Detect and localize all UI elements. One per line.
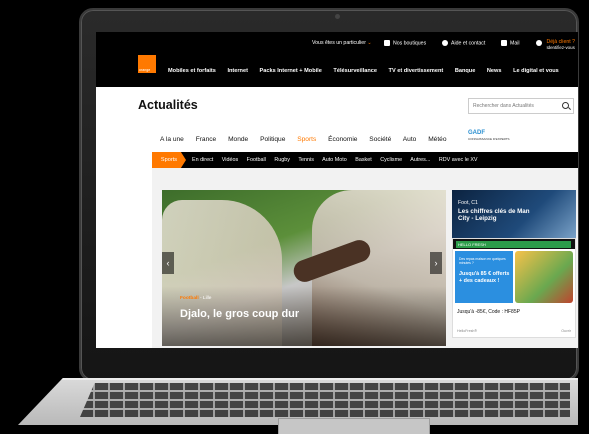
category-item-active[interactable]: Sports xyxy=(297,136,316,143)
subnav-item[interactable]: Football xyxy=(247,157,266,163)
subnav-item[interactable]: Vidéos xyxy=(222,157,238,163)
category-item[interactable]: Politique xyxy=(260,136,285,143)
side-article-label: Foot, C1 xyxy=(458,200,478,206)
account-link[interactable]: Déjà client ? Identifiez-vous xyxy=(536,39,575,52)
help-icon xyxy=(442,40,448,46)
keyboard xyxy=(80,383,570,417)
nav-item[interactable]: Le digital et vous xyxy=(513,68,559,74)
boutiques-label: Nos boutiques xyxy=(393,40,427,47)
nav-item[interactable]: News xyxy=(487,68,502,74)
ad-small-text: Des repas maison en quelques minutes ? xyxy=(459,257,506,265)
nav-item[interactable]: Mobiles et forfaits xyxy=(168,68,216,74)
identify-label: Identifiez-vous xyxy=(546,45,575,51)
subnav-items: En direct Vidéos Football Rugby Tennis A… xyxy=(192,152,485,168)
subnav-item[interactable]: Auto Moto xyxy=(322,157,347,163)
boutiques-link[interactable]: Nos boutiques xyxy=(384,40,426,46)
page-title: Actualités xyxy=(138,98,198,112)
orange-logo[interactable]: orange xyxy=(138,55,156,73)
partner-logo[interactable]: GADF CONNAISSANCE D'EXPERTS xyxy=(468,130,510,141)
chevron-right-icon[interactable]: › xyxy=(430,252,442,274)
chevron-left-icon[interactable]: ‹ xyxy=(162,252,174,274)
sports-subnav: Sports En direct Vidéos Football Rugby T… xyxy=(152,152,578,168)
subnav-item[interactable]: RDV avec le XV xyxy=(439,157,478,163)
ad-big-text: Jusqu'à 85 € offerts + des cadeaux ! xyxy=(459,271,510,284)
side-article-title: Les chiffres clés de Man City - Leipzig xyxy=(458,208,530,222)
hero-article[interactable]: ‹ › Football - Lille Djalo, le gros coup… xyxy=(162,190,446,346)
store-icon xyxy=(384,40,390,46)
partner-sub: CONNAISSANCE D'EXPERTS xyxy=(468,137,510,141)
nav-item[interactable]: Internet xyxy=(227,68,248,74)
category-item[interactable]: France xyxy=(196,136,217,143)
main-nav: Mobiles et forfaits Internet Packs Inter… xyxy=(168,68,569,74)
ad-promo-panel: Des repas maison en quelques minutes ? J… xyxy=(455,251,513,303)
category-item[interactable]: Météo xyxy=(428,136,446,143)
category-nav: A la une France Monde Politique Sports É… xyxy=(160,136,457,143)
webcam-icon xyxy=(335,14,340,19)
category-item[interactable]: Auto xyxy=(403,136,417,143)
search-input[interactable]: Rechercher dans Actualités xyxy=(468,98,574,114)
category-item[interactable]: Monde xyxy=(228,136,248,143)
nav-item[interactable]: Télésurveillance xyxy=(333,68,377,74)
ad-header: Annonce HELLO FRESH xyxy=(453,239,575,249)
advertisement[interactable]: Annonce HELLO FRESH Des repas maison en … xyxy=(452,238,576,338)
subnav-item[interactable]: Basket xyxy=(355,157,371,163)
search-placeholder: Rechercher dans Actualités xyxy=(473,103,534,109)
aide-link[interactable]: Aide et contact xyxy=(442,40,485,46)
client-label: Déjà client ? xyxy=(546,39,575,45)
laptop-screen: Vous êtes un particulier ⌄ Nos boutiques… xyxy=(96,32,578,348)
user-icon xyxy=(536,40,542,46)
side-article[interactable]: Foot, C1 Les chiffres clés de Man City -… xyxy=(452,190,576,238)
category-item[interactable]: Économie xyxy=(328,136,357,143)
nav-item[interactable]: TV et divertissement xyxy=(389,68,444,74)
chevron-down-icon: ⌄ xyxy=(367,40,372,46)
subnav-item[interactable]: Cyclisme xyxy=(380,157,402,163)
trackpad xyxy=(278,418,430,434)
particulier-selector[interactable]: Vous êtes un particulier ⌄ xyxy=(312,40,372,46)
aide-label: Aide et contact xyxy=(451,40,486,47)
mail-label: Mail xyxy=(510,40,520,47)
category-item[interactable]: Société xyxy=(369,136,391,143)
nav-item[interactable]: Banque xyxy=(455,68,476,74)
ad-open-link[interactable]: Ouvrir xyxy=(561,329,571,333)
mail-link[interactable]: Mail xyxy=(501,40,520,46)
ad-promo-code: Jusqu'à -85€, Code : HF85P xyxy=(457,309,520,315)
ad-food-image xyxy=(515,251,573,303)
hero-badge: Football - Lille xyxy=(180,296,211,301)
search-icon[interactable] xyxy=(562,102,569,109)
hero-badge-sport: Football xyxy=(180,296,199,301)
hero-badge-team: - Lille xyxy=(200,296,212,301)
mail-icon xyxy=(501,40,507,46)
subnav-item[interactable]: Tennis xyxy=(298,157,314,163)
ad-brand: HELLO FRESH xyxy=(456,241,571,248)
nav-item[interactable]: Packs Internet + Mobile xyxy=(260,68,322,74)
logo-text: orange xyxy=(139,68,151,72)
hero-headline[interactable]: Djalo, le gros coup dur xyxy=(180,308,299,320)
subnav-item[interactable]: En direct xyxy=(192,157,213,163)
category-item[interactable]: A la une xyxy=(160,136,184,143)
sports-tag[interactable]: Sports xyxy=(152,152,186,168)
site-topbar: Vous êtes un particulier ⌄ Nos boutiques… xyxy=(96,32,578,87)
partner-logo-text: GADF xyxy=(468,130,485,136)
subnav-item[interactable]: Autres... xyxy=(410,157,430,163)
subnav-item[interactable]: Rugby xyxy=(274,157,290,163)
particulier-label: Vous êtes un particulier xyxy=(312,40,366,46)
ad-footer-brand: HelloFresh® xyxy=(457,329,478,333)
